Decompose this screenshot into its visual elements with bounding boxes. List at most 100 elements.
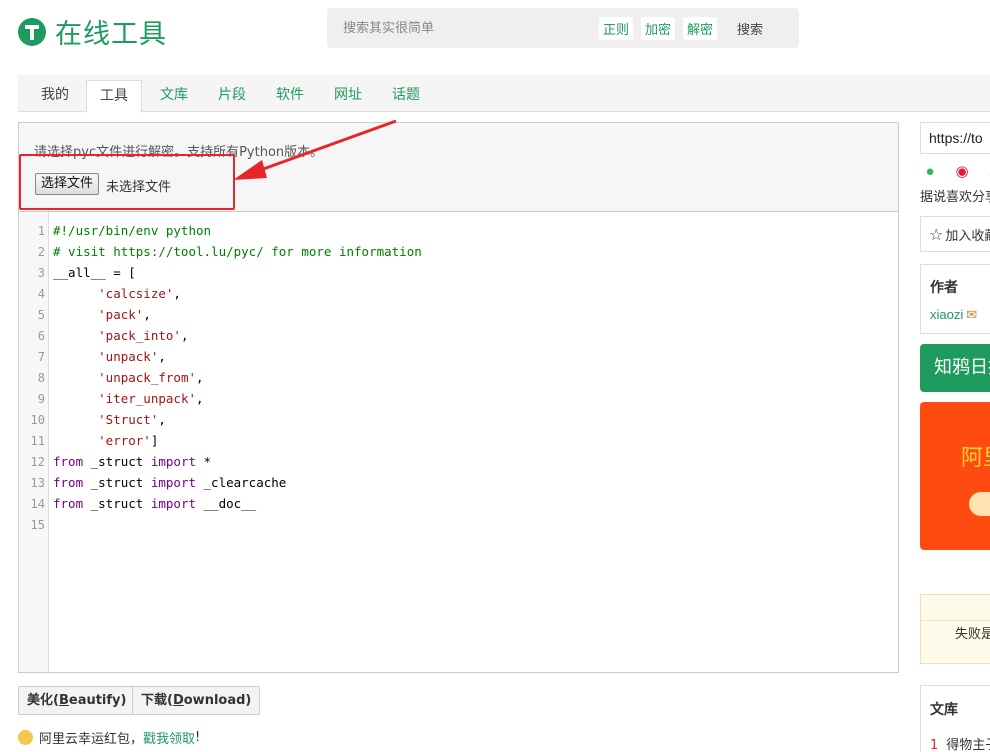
star-icon: ☆	[929, 224, 944, 244]
beautify-button[interactable]: 美化(Beautify)	[18, 686, 136, 715]
code-text: #!/usr/bin/env python	[53, 220, 211, 241]
code-text: 'iter_unpack',	[53, 388, 203, 409]
code-editor[interactable]: 1 #!/usr/bin/env python 2 # visit https://t…	[19, 212, 898, 672]
code-line: 7 'unpack',	[19, 346, 898, 367]
upload-area: 请选择pyc文件进行解密。支持所有Python版本。 选择文件 未选择文件	[19, 123, 898, 212]
code-token: _clearcache	[196, 475, 287, 490]
search-tag-decrypt[interactable]: 解密	[683, 16, 718, 40]
code-token: 'pack'	[98, 307, 144, 322]
code-text: 'pack',	[53, 304, 151, 325]
promo-text: 阿里云幸运红包，	[39, 732, 144, 747]
code-token: from	[53, 454, 84, 469]
code-token: 'calcsize'	[98, 286, 174, 301]
main-tabs: 我的 工具 文库 片段 软件 网址 话题	[18, 75, 990, 113]
share-tip: 据说喜欢分享	[920, 190, 990, 205]
weibo-icon[interactable]: ◉	[953, 163, 971, 181]
promo-suffix: !	[195, 730, 201, 745]
code-text: 'pack_into',	[53, 325, 188, 346]
code-token: ,	[196, 370, 204, 385]
author-title: 作者	[930, 280, 958, 296]
code-token: import	[150, 475, 196, 490]
site-logo[interactable]: 在线工具	[18, 12, 167, 51]
search-input[interactable]	[343, 20, 591, 36]
code-token: import	[150, 454, 196, 469]
code-token: _struct	[83, 454, 151, 469]
search-tag-encrypt[interactable]: 加密	[641, 16, 676, 40]
mail-icon[interactable]: ✉	[966, 307, 977, 322]
share-url-field[interactable]: https://to	[920, 122, 990, 154]
code-token: ,	[158, 349, 166, 364]
code-token: ,	[143, 307, 151, 322]
code-text: 'error']	[53, 430, 158, 451]
wenku-card: 文库 1得物主子	[920, 685, 990, 752]
code-token: # visit https://tool.lu/pyc/ for more in…	[53, 244, 422, 259]
favorite-label: 加入收藏	[945, 228, 990, 244]
promo-link[interactable]: 戳我领取	[143, 728, 195, 747]
notice-divider	[921, 620, 990, 621]
search-tag-regex[interactable]: 正则	[599, 16, 634, 40]
code-token: 'unpack_from'	[98, 370, 196, 385]
code-token: ,	[180, 328, 189, 343]
line-number: 15	[30, 518, 45, 532]
code-line: 13 from _struct import _clearcache	[19, 472, 898, 493]
tab-software[interactable]: 软件	[276, 75, 304, 112]
code-token: __doc__	[196, 496, 257, 511]
logo-icon	[18, 17, 46, 46]
green-promo-banner[interactable]: 知鸦日报	[920, 344, 990, 392]
code-text: from _struct import __doc__	[53, 493, 256, 514]
line-number: 2	[37, 245, 45, 259]
tab-topics[interactable]: 话题	[392, 75, 420, 112]
wenku-title: 文库	[930, 702, 958, 718]
search-button[interactable]: 搜索	[737, 19, 763, 38]
tab-snippets[interactable]: 片段	[218, 75, 246, 112]
notice-text: 失败是	[955, 627, 990, 642]
red-promo-banner[interactable]: 阿里	[920, 402, 990, 550]
wenku-list-item[interactable]: 1得物主子	[930, 734, 990, 752]
code-token: 'Struct'	[98, 412, 159, 427]
author-card: 作者 xiaozi ✉	[920, 264, 990, 334]
tab-wenku[interactable]: 文库	[160, 75, 188, 112]
code-line: 6 'pack_into',	[19, 325, 898, 346]
line-number: 9	[37, 392, 45, 406]
code-token: 'error'	[98, 433, 151, 448]
line-number: 5	[37, 308, 45, 322]
code-text: # visit https://tool.lu/pyc/ for more in…	[53, 241, 422, 262]
code-line: 1 #!/usr/bin/env python	[19, 220, 898, 241]
code-text: from _struct import *	[53, 451, 211, 472]
code-token: _struct	[83, 475, 151, 490]
code-line: 12 from _struct import *	[19, 451, 898, 472]
line-number: 6	[37, 329, 45, 343]
code-text: 'calcsize',	[53, 283, 181, 304]
code-token: ]	[150, 433, 159, 448]
qq-icon[interactable]: ▲	[985, 163, 990, 181]
code-token: ,	[158, 412, 166, 427]
wechat-icon[interactable]: ●	[921, 163, 939, 181]
line-number: 4	[37, 287, 45, 301]
tab-tools[interactable]: 工具	[86, 80, 142, 113]
code-line: 2 # visit https://tool.lu/pyc/ for more i…	[19, 241, 898, 262]
author-name-link[interactable]: xiaozi ✉	[930, 307, 977, 323]
code-token: from	[53, 475, 84, 490]
code-token: 'iter_unpack'	[98, 391, 196, 406]
red-banner-title: 阿里	[961, 446, 990, 471]
code-token: #!/usr/bin/env python	[53, 223, 212, 238]
promo-line: 阿里云幸运红包， 戳我领取 !	[18, 728, 200, 747]
add-favorite-button[interactable]: ☆ 加入收藏	[920, 216, 990, 252]
tab-mine[interactable]: 我的	[41, 75, 69, 112]
code-text: __all__ = [	[53, 262, 136, 283]
highlight-annotation-box	[19, 154, 235, 210]
red-banner-button[interactable]	[969, 492, 990, 516]
line-number: 13	[30, 476, 45, 490]
code-token: ,	[173, 286, 181, 301]
code-text: 'Struct',	[53, 409, 166, 430]
tab-urls[interactable]: 网址	[334, 75, 362, 112]
share-icons: ● ◉ ▲	[921, 163, 990, 181]
download-button[interactable]: 下载(Download)	[132, 686, 261, 715]
smile-icon	[18, 730, 33, 745]
line-number: 12	[30, 455, 45, 469]
line-number: 10	[30, 413, 45, 427]
